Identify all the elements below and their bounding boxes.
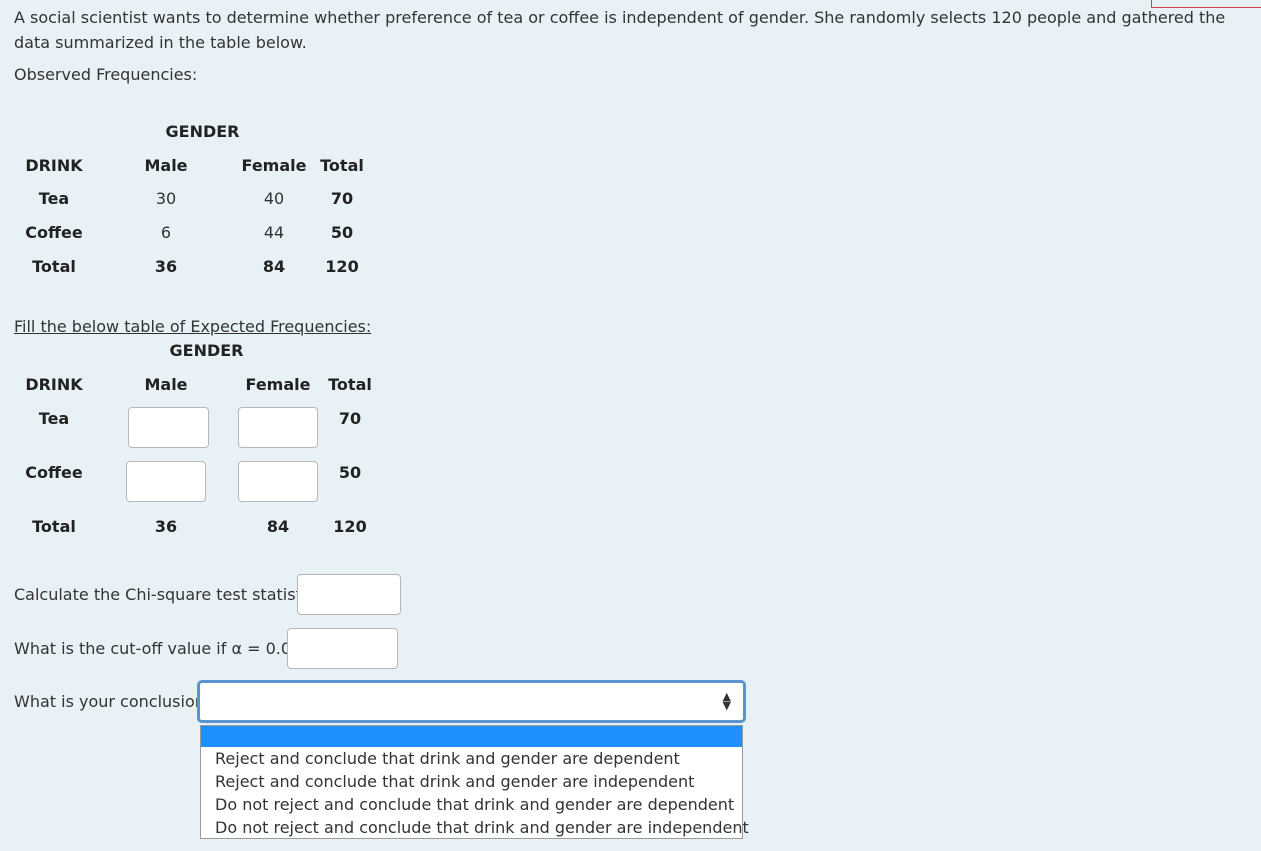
dropdown-option[interactable]: Do not reject and conclude that drink an… xyxy=(201,793,742,816)
observed-label: Observed Frequencies: xyxy=(14,65,198,84)
expected-col-male: Male xyxy=(144,375,188,394)
conclusion-label: What is your conclusion: xyxy=(14,692,211,711)
cutoff-label: What is the cut-off value if α = 0.05: xyxy=(14,639,307,658)
expected-tea-male-input[interactable] xyxy=(128,407,209,448)
expected-drink-header: DRINK xyxy=(25,375,83,394)
expected-coffee-male-input[interactable] xyxy=(126,461,206,502)
expected-cell: 84 xyxy=(266,517,290,536)
conclusion-dropdown-list: Reject and conclude that drink and gende… xyxy=(200,725,749,839)
cutoff-input[interactable] xyxy=(287,628,398,669)
observed-col-male: Male xyxy=(144,156,188,175)
expected-row-label: Tea xyxy=(38,409,70,428)
expected-tea-female-input[interactable] xyxy=(238,407,318,448)
expected-cell: 70 xyxy=(338,409,362,428)
select-arrows-icon: ▲ ▼ xyxy=(722,690,731,712)
observed-cell: 84 xyxy=(262,257,286,276)
expected-cell: 50 xyxy=(338,463,362,482)
dropdown-option[interactable]: Reject and conclude that drink and gende… xyxy=(201,747,742,770)
expected-row-label: Coffee xyxy=(25,463,83,482)
expected-col-total: Total xyxy=(328,375,372,394)
observed-col-female: Female xyxy=(241,156,307,175)
dropdown-option-blank[interactable] xyxy=(201,726,742,747)
observed-row-label: Coffee xyxy=(25,223,83,242)
dropdown-option[interactable]: Reject and conclude that drink and gende… xyxy=(201,770,742,793)
observed-row-label: Tea xyxy=(38,189,70,208)
expected-label: Fill the below table of Expected Frequen… xyxy=(14,317,372,336)
observed-cell: 40 xyxy=(263,189,285,208)
observed-cell: 50 xyxy=(330,223,354,242)
chi-square-input[interactable] xyxy=(297,574,401,615)
expected-row-label: Total xyxy=(32,517,76,536)
conclusion-select[interactable]: ▲ ▼ xyxy=(197,680,746,723)
expected-col-female: Female xyxy=(245,375,311,394)
expected-coffee-female-input[interactable] xyxy=(238,461,318,502)
observed-drink-header: DRINK xyxy=(25,156,83,175)
expected-cell: 36 xyxy=(154,517,178,536)
observed-cell: 30 xyxy=(155,189,177,208)
question-text: A social scientist wants to determine wh… xyxy=(14,8,1226,52)
dropdown-option[interactable]: Do not reject and conclude that drink an… xyxy=(201,816,749,839)
observed-gender-header: GENDER xyxy=(165,122,240,141)
observed-col-total: Total xyxy=(320,156,364,175)
observed-cell: 6 xyxy=(160,223,172,242)
observed-cell: 120 xyxy=(325,257,359,276)
observed-cell: 70 xyxy=(330,189,354,208)
observed-cell: 44 xyxy=(263,223,285,242)
observed-row-label: Total xyxy=(32,257,76,276)
expected-cell: 120 xyxy=(333,517,367,536)
expected-gender-header: GENDER xyxy=(169,341,244,360)
chi-square-label: Calculate the Chi-square test statistic: xyxy=(14,585,321,604)
observed-cell: 36 xyxy=(154,257,178,276)
